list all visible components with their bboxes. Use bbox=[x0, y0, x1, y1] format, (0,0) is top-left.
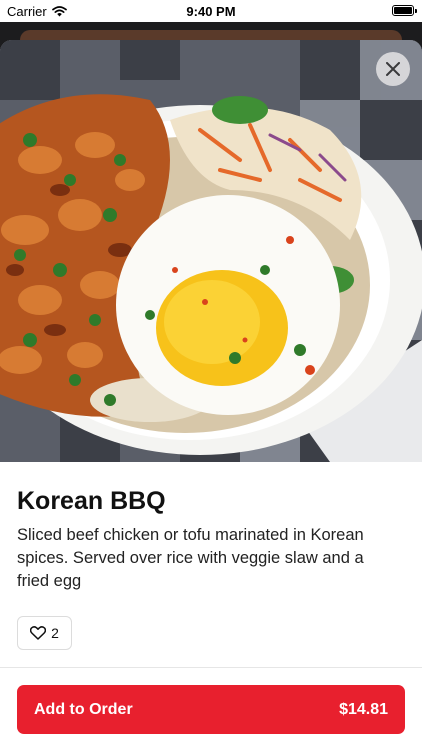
heart-icon bbox=[30, 626, 47, 640]
close-icon bbox=[386, 62, 400, 76]
add-to-order-label: Add to Order bbox=[34, 700, 133, 718]
food-photo bbox=[0, 40, 422, 462]
food-photo-icon bbox=[0, 40, 422, 462]
status-bar: Carrier 9:40 PM bbox=[0, 0, 422, 22]
status-time: 9:40 PM bbox=[186, 4, 236, 19]
battery-icon bbox=[392, 5, 417, 16]
like-count: 2 bbox=[51, 625, 59, 641]
item-description: Sliced beef chicken or tofu marinated in… bbox=[17, 526, 364, 590]
close-button[interactable] bbox=[376, 52, 410, 86]
add-to-order-button[interactable]: Add to Order $14.81 bbox=[17, 685, 405, 734]
divider bbox=[0, 667, 422, 668]
like-button[interactable]: 2 bbox=[17, 616, 72, 650]
item-title: Korean BBQ bbox=[17, 487, 166, 515]
item-price: $14.81 bbox=[339, 700, 388, 718]
item-detail-sheet: Korean BBQ Sliced beef chicken or tofu m… bbox=[0, 40, 422, 750]
